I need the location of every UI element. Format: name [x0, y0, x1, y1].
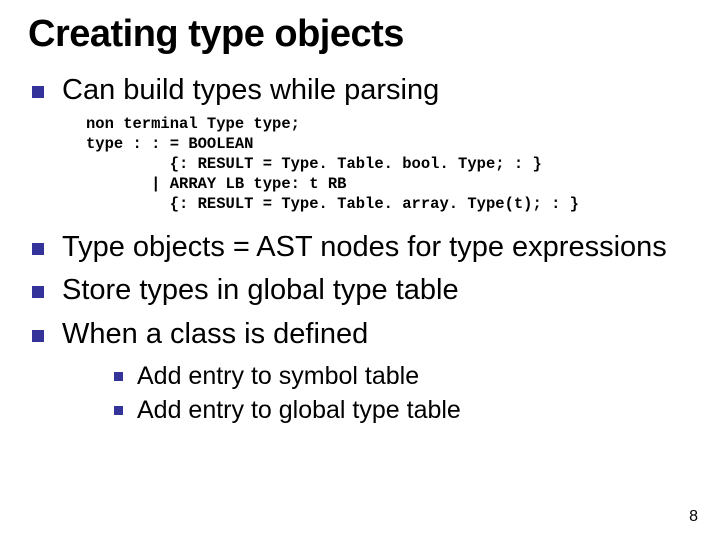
square-bullet-icon [114, 372, 123, 381]
slide-title: Creating type objects [28, 14, 692, 56]
bullet-list-level-2: Add entry to symbol table Add entry to g… [114, 360, 692, 427]
square-bullet-icon [114, 406, 123, 415]
list-item: Can build types while parsing [32, 72, 692, 110]
page-number: 8 [689, 508, 698, 526]
bullet-text: Store types in global type table [62, 272, 459, 310]
list-item: Type objects = AST nodes for type expres… [32, 229, 692, 267]
square-bullet-icon [32, 243, 44, 255]
square-bullet-icon [32, 330, 44, 342]
bullet-list-level-1: Can build types while parsing [28, 72, 692, 110]
bullet-text: Add entry to global type table [137, 394, 461, 427]
bullet-text: Add entry to symbol table [137, 360, 419, 393]
square-bullet-icon [32, 86, 44, 98]
list-item: Add entry to symbol table [114, 360, 692, 393]
square-bullet-icon [32, 286, 44, 298]
code-block: non terminal Type type; type : : = BOOLE… [86, 115, 692, 214]
slide: Creating type objects Can build types wh… [0, 0, 720, 540]
list-item: Add entry to global type table [114, 394, 692, 427]
bullet-text: Can build types while parsing [62, 72, 439, 110]
bullet-text: When a class is defined [62, 316, 368, 354]
list-item: Store types in global type table [32, 272, 692, 310]
bullet-list-level-1: Type objects = AST nodes for type expres… [28, 229, 692, 354]
list-item: When a class is defined [32, 316, 692, 354]
bullet-text: Type objects = AST nodes for type expres… [62, 229, 667, 267]
